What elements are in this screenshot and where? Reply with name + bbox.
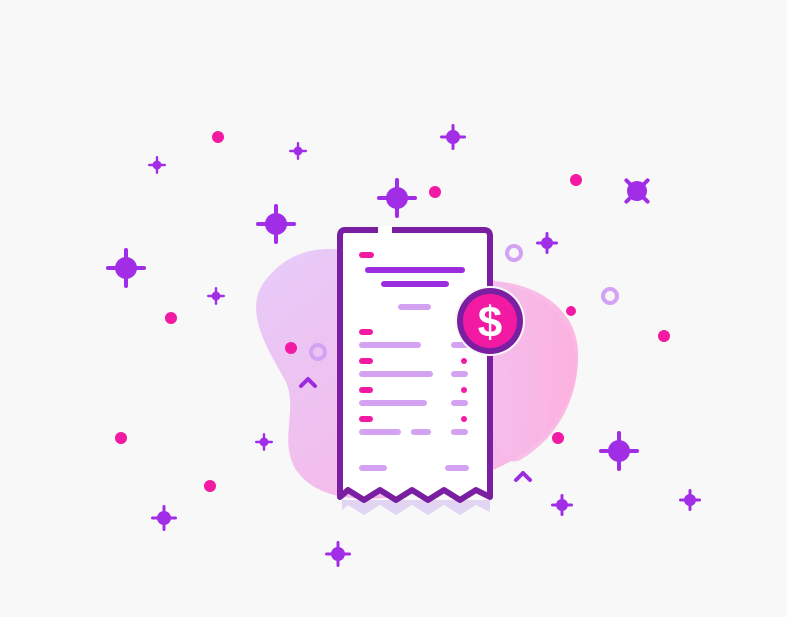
sparkle-icon	[207, 287, 225, 305]
sparkle-icon	[440, 124, 466, 150]
sparkle-icon	[289, 142, 307, 160]
sparkle-icon	[679, 489, 701, 511]
coin-symbol: $	[478, 298, 502, 347]
sparkle-icon	[148, 156, 166, 174]
sparkle-icon	[551, 494, 573, 516]
receipt-illustration: $	[106, 124, 701, 567]
dollar-coin-icon: $	[455, 286, 525, 356]
sparkle-icon	[624, 178, 650, 204]
sparkle-icon	[255, 433, 273, 451]
sparkle-icon	[536, 232, 558, 254]
sparkle-icon	[377, 178, 417, 218]
sparkle-icon	[151, 505, 177, 531]
receipt	[337, 226, 493, 503]
sparkle-icon	[106, 248, 146, 288]
sparkle-icon	[325, 541, 351, 567]
sparkle-icon	[256, 204, 296, 244]
sparkle-icon	[599, 431, 639, 471]
chevron-up-icon	[514, 471, 532, 482]
empty-state-illustration: $	[0, 0, 787, 617]
